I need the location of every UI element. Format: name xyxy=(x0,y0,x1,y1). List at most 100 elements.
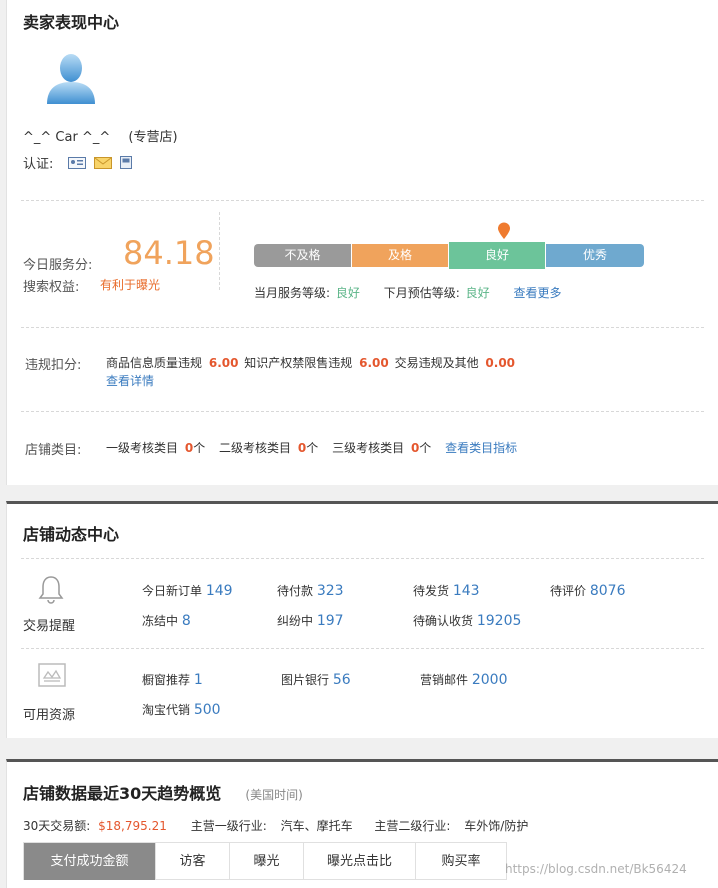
metric-tabs: 支付成功金额 访客 曝光 曝光点击比 购买率 xyxy=(23,842,507,880)
watermark: https://blog.csdn.net/Bk56424 xyxy=(505,862,687,876)
tab-visitors[interactable]: 访客 xyxy=(156,843,230,880)
divider xyxy=(21,200,704,201)
category-2-label: 二级考核类目 xyxy=(219,441,292,455)
see-more-link[interactable]: 查看更多 xyxy=(513,286,561,300)
violation-item3-value: 0.00 xyxy=(485,356,516,370)
resource-item-value: 56 xyxy=(332,672,351,688)
level-segment-excellent: 优秀 xyxy=(545,244,644,267)
tab-exposure[interactable]: 曝光 xyxy=(230,843,304,880)
violation-row: 商品信息质量违规 6.00 知识产权禁限售违规 6.00 交易违规及其他 0.0… xyxy=(106,354,515,371)
violation-item1-label: 商品信息质量违规 xyxy=(106,356,203,370)
next-level-value: 良好 xyxy=(465,286,490,300)
avatar[interactable] xyxy=(43,50,99,106)
section-title: 店铺动态中心 xyxy=(23,525,120,544)
user-silhouette-icon xyxy=(47,54,95,104)
divider xyxy=(21,648,704,649)
next-level-label: 下月预估等级: xyxy=(383,286,460,300)
trade-item-value: 19205 xyxy=(476,613,522,629)
trend-summary-row: 30天交易额: $18,795.21 主营一级行业: 汽车、摩托车 主营二级行业… xyxy=(23,817,528,834)
trade-item[interactable]: 今日新订单 149 xyxy=(142,582,233,599)
trade-item[interactable]: 纠纷中 197 xyxy=(277,612,344,629)
seller-performance-card: 卖家表现中心 ^_^ Car ^_^ (专营店) 认证: 今日服务分: 84.1… xyxy=(6,0,718,485)
violation-item2-label: 知识产权禁限售违规 xyxy=(244,356,353,370)
divider xyxy=(21,411,704,412)
section-title: 店铺数据最近30天趋势概览 xyxy=(23,784,222,803)
level-segment-good: 良好 xyxy=(448,242,545,269)
service-score-label: 今日服务分: xyxy=(23,258,93,273)
category-3-label: 三级考核类目 xyxy=(332,441,405,455)
trade-item[interactable]: 待评价 8076 xyxy=(550,582,625,599)
resource-item[interactable]: 淘宝代销 500 xyxy=(142,701,221,718)
tab-purchase-rate[interactable]: 购买率 xyxy=(416,843,506,880)
rights-label: 搜索权益: xyxy=(23,280,80,295)
industry2-value: 车外饰/防护 xyxy=(464,819,529,833)
trade-item[interactable]: 待确认收货 19205 xyxy=(413,612,521,629)
resource-item-label: 橱窗推荐 xyxy=(142,673,191,687)
level-info-row: 当月服务等级: 良好 下月预估等级: 良好 查看更多 xyxy=(254,284,561,301)
violation-label: 违规扣分: xyxy=(25,358,82,373)
violation-item3-label: 交易违规及其他 xyxy=(394,356,479,370)
trade-item-value: 197 xyxy=(316,613,344,629)
category-label: 店铺类目: xyxy=(25,443,82,458)
category-1-value: 0 xyxy=(184,441,194,455)
trade-item-value: 8076 xyxy=(589,583,626,599)
trade-item-label: 待付款 xyxy=(277,584,314,598)
resources-label: 可用资源 xyxy=(23,708,76,723)
category-row: 一级考核类目 0个 二级考核类目 0个 三级考核类目 0个 查看类目指标 xyxy=(106,439,517,456)
resource-item[interactable]: 橱窗推荐 1 xyxy=(142,671,203,688)
divider xyxy=(21,327,704,328)
category-metrics-link[interactable]: 查看类目指标 xyxy=(445,441,517,455)
current-level-value: 良好 xyxy=(335,286,360,300)
trade-item-label: 待确认收货 xyxy=(413,614,474,628)
trade-amount-label: 30天交易额: xyxy=(23,819,91,833)
tab-payment-amount[interactable]: 支付成功金额 xyxy=(24,843,156,880)
tab-exposure-click-ratio[interactable]: 曝光点击比 xyxy=(304,843,416,880)
service-score-value: 84.18 xyxy=(123,234,215,272)
resource-item[interactable]: 图片银行 56 xyxy=(281,671,351,688)
category-1-unit: 个 xyxy=(193,441,206,455)
email-icon[interactable] xyxy=(93,156,112,173)
resource-item-value: 500 xyxy=(193,702,221,718)
violation-detail-link[interactable]: 查看详情 xyxy=(106,372,154,389)
cert-label: 认证: xyxy=(23,157,54,172)
category-3-unit: 个 xyxy=(419,441,432,455)
current-level-label: 当月服务等级: xyxy=(254,286,331,300)
trade-item-value: 149 xyxy=(205,583,233,599)
trend-overview-card: 店铺数据最近30天趋势概览 (美国时间) 30天交易额: $18,795.21 … xyxy=(6,759,718,888)
industry1-label: 主营一级行业: xyxy=(190,819,267,833)
id-card-icon[interactable] xyxy=(67,156,86,173)
resource-item-value: 2000 xyxy=(471,672,508,688)
shop-type: (专营店) xyxy=(128,130,178,145)
current-level-marker-icon xyxy=(497,222,511,244)
timezone-note: (美国时间) xyxy=(245,788,303,802)
industry2-label: 主营二级行业: xyxy=(374,819,451,833)
level-segment-fail: 不及格 xyxy=(254,244,351,267)
violation-item2-value: 6.00 xyxy=(359,356,389,370)
seller-name-row: ^_^ Car ^_^ (专营店) xyxy=(23,126,178,145)
industry1-value: 汽车、摩托车 xyxy=(280,819,353,833)
trade-item-value: 8 xyxy=(181,613,191,629)
trade-reminder-label: 交易提醒 xyxy=(23,619,76,634)
category-1-label: 一级考核类目 xyxy=(106,441,179,455)
resource-item-label: 淘宝代销 xyxy=(142,703,191,717)
shop-dynamics-card: 店铺动态中心 交易提醒 今日新订单 149 待付款 323 待发货 143 待评… xyxy=(6,501,718,738)
certification-row: 认证: xyxy=(23,153,132,173)
seller-name[interactable]: ^_^ Car ^_^ xyxy=(23,130,110,145)
bell-icon xyxy=(37,574,65,608)
divider xyxy=(21,558,704,559)
rights-value: 有利于曝光 xyxy=(100,278,161,292)
trade-item-label: 冻结中 xyxy=(142,614,179,628)
resource-item[interactable]: 营销邮件 2000 xyxy=(420,671,507,688)
service-level-bar: 不及格 及格 良好 优秀 xyxy=(254,242,644,269)
category-2-unit: 个 xyxy=(306,441,319,455)
resource-box-icon xyxy=(37,662,67,694)
trade-item[interactable]: 待付款 323 xyxy=(277,582,344,599)
level-segment-pass: 及格 xyxy=(351,244,448,267)
trade-item-label: 待发货 xyxy=(413,584,450,598)
trade-item[interactable]: 冻结中 8 xyxy=(142,612,191,629)
trend-title-row: 店铺数据最近30天趋势概览 (美国时间) xyxy=(23,780,303,804)
trade-item[interactable]: 待发货 143 xyxy=(413,582,480,599)
vertical-divider xyxy=(219,212,220,290)
resource-item-label: 图片银行 xyxy=(281,673,330,687)
phone-icon[interactable] xyxy=(119,156,132,173)
